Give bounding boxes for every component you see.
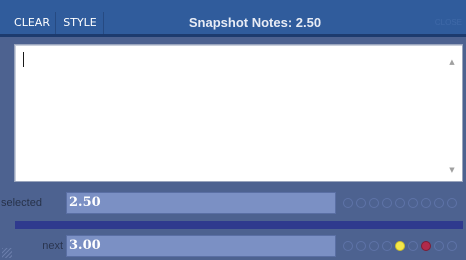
window-title: Snapshot Notes: 2.50 [188, 15, 322, 30]
next-indicator-dot [447, 241, 457, 251]
selected-indicator-dot [382, 198, 392, 208]
style-button[interactable]: STYLE [57, 12, 104, 34]
next-indicator-dot [408, 241, 418, 251]
title-bar: CLEAR STYLE Snapshot Notes: 2.50 CLOSE [0, 0, 466, 37]
next-dot-indicators [343, 235, 466, 257]
notes-textarea[interactable]: ▲ ▼ [14, 44, 463, 182]
selected-value-field[interactable]: 2.50 [66, 192, 336, 214]
selected-indicator-dot [343, 198, 353, 208]
next-indicator-dot [343, 241, 353, 251]
selected-indicator-dot [408, 198, 418, 208]
selected-indicator-dot [421, 198, 431, 208]
clear-button[interactable]: CLEAR [9, 12, 56, 34]
scroll-up-arrow-icon[interactable]: ▲ [447, 57, 457, 67]
text-caret [23, 52, 24, 67]
selected-indicator-dot [356, 198, 366, 208]
snapshot-notes-window: CLEAR STYLE Snapshot Notes: 2.50 CLOSE ▲… [0, 0, 466, 260]
next-indicator-dot [434, 241, 444, 251]
selected-indicator-dot [434, 198, 444, 208]
selected-dot-indicators [343, 192, 466, 214]
selected-indicator-dot [369, 198, 379, 208]
close-button[interactable]: CLOSE [435, 15, 462, 31]
sun-icon[interactable] [395, 241, 405, 251]
clock-icon[interactable] [421, 241, 431, 251]
selected-label: selected [1, 197, 42, 209]
divider-bar [15, 221, 463, 229]
scroll-down-arrow-icon[interactable]: ▼ [447, 165, 457, 175]
next-indicator-dot [369, 241, 379, 251]
next-indicator-dot [356, 241, 366, 251]
next-value-field[interactable]: 3.00 [66, 235, 336, 257]
next-indicator-dot [382, 241, 392, 251]
resize-grip-icon[interactable] [2, 248, 12, 258]
selected-indicator-dot [395, 198, 405, 208]
selected-indicator-dot [447, 198, 457, 208]
